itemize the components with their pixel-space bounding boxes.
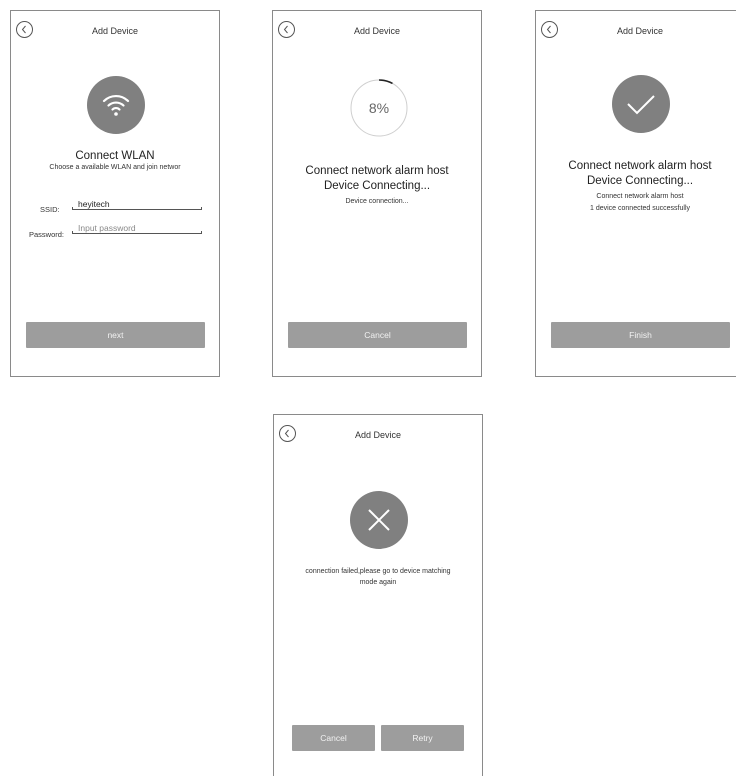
connect-wlan-screen: Add Device Connect WLAN Choose a availab… bbox=[10, 10, 220, 377]
success-heading-line1: Connect network alarm host bbox=[568, 160, 712, 172]
password-label: Password: bbox=[29, 230, 65, 239]
page-title: Add Device bbox=[91, 26, 139, 36]
progress-heading-line1: Connect network alarm host bbox=[305, 165, 449, 177]
progress-heading-line2: Device Connecting... bbox=[323, 180, 431, 192]
progress-percent: 8% bbox=[368, 100, 390, 116]
checkmark-icon bbox=[612, 75, 670, 133]
ssid-label: SSID: bbox=[40, 205, 60, 214]
cancel-button[interactable]: Cancel bbox=[288, 322, 467, 348]
progress-status: Device connection... bbox=[345, 198, 409, 205]
success-line2: 1 device connected successfully bbox=[590, 205, 690, 212]
success-heading-line2: Device Connecting... bbox=[586, 175, 694, 187]
success-line1: Connect network alarm host bbox=[596, 193, 684, 200]
retry-button[interactable]: Retry bbox=[381, 725, 464, 751]
page-title: Add Device bbox=[354, 430, 402, 440]
connection-failed-screen: Add Device connection failed,please go t… bbox=[273, 414, 483, 776]
cancel-button[interactable]: Cancel bbox=[292, 725, 375, 751]
close-x-icon bbox=[350, 491, 408, 549]
finish-button[interactable]: Finish bbox=[551, 322, 730, 348]
connecting-progress-screen: Add Device 8% Connect network alarm host… bbox=[272, 10, 482, 377]
next-button[interactable]: next bbox=[26, 322, 205, 348]
failed-message-line1: connection failed,please go to device ma… bbox=[305, 568, 451, 575]
page-title: Add Device bbox=[616, 26, 664, 36]
ssid-input[interactable]: heyitech bbox=[72, 198, 202, 210]
connect-subtext: Choose a available WLAN and join networ bbox=[49, 164, 181, 171]
page-title: Add Device bbox=[353, 26, 401, 36]
failed-message-line2: mode again bbox=[359, 579, 397, 586]
connected-success-screen: Add Device Connect network alarm host De… bbox=[535, 10, 736, 377]
wifi-icon bbox=[87, 76, 145, 134]
password-input[interactable]: Input password bbox=[72, 222, 202, 234]
